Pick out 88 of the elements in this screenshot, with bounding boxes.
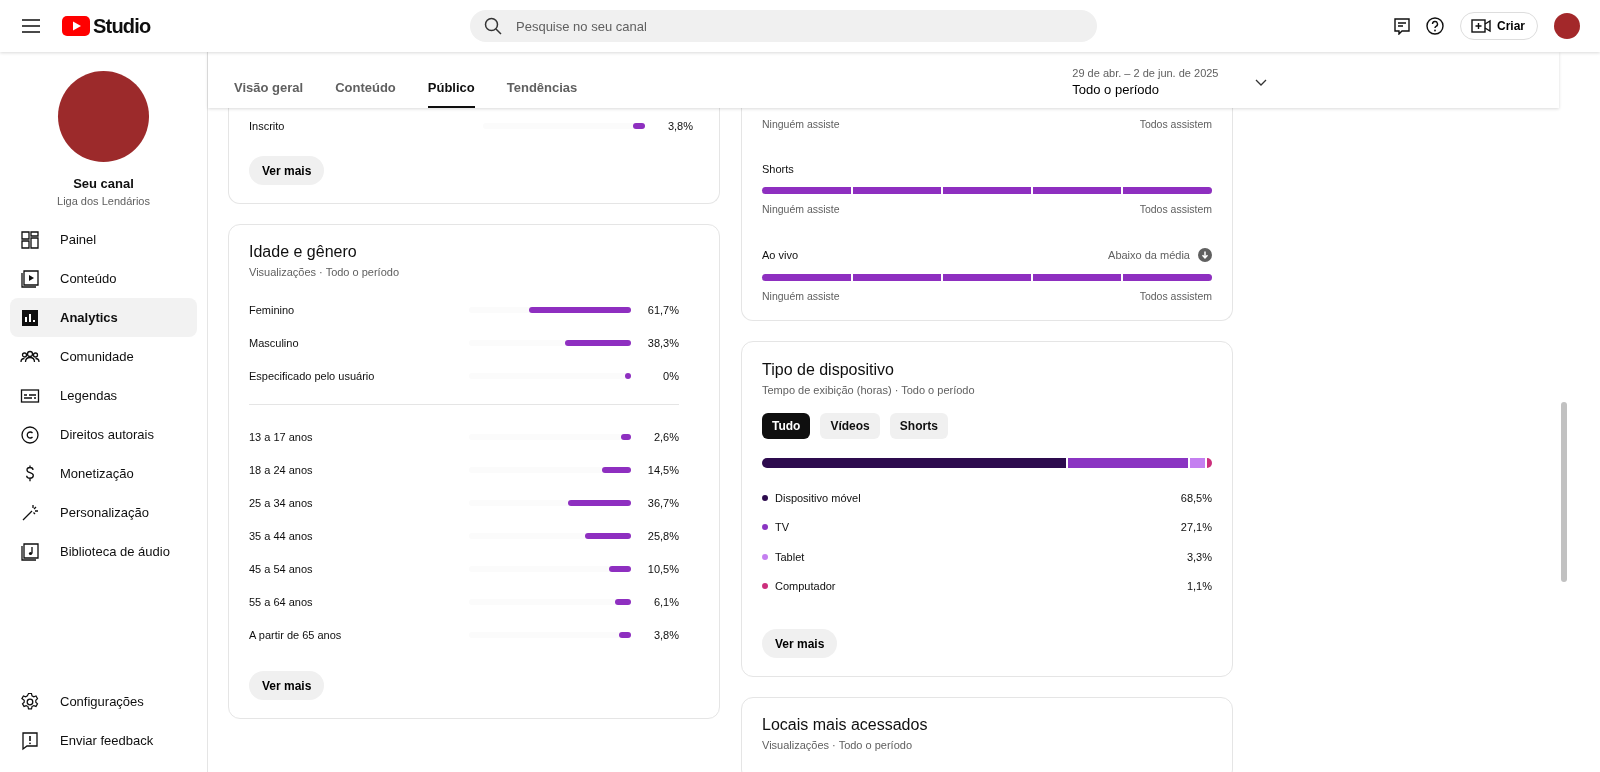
row-label: Masculino	[249, 337, 300, 349]
row-value: 3,8%	[666, 120, 693, 132]
card-title: Idade e gênero	[249, 243, 358, 261]
below-average-label: Abaixo da média	[1108, 249, 1190, 261]
row-label: 13 a 17 anos	[249, 431, 314, 443]
row-value: 3,8%	[652, 629, 679, 641]
tab[interactable]: Conteúdo	[335, 80, 396, 108]
row-label: 55 a 64 anos	[249, 596, 314, 608]
row-value: 14,5%	[646, 464, 679, 476]
row-label: 35 a 44 anos	[249, 530, 314, 542]
magic-wand-icon	[20, 502, 40, 523]
row-value: 61,7%	[646, 304, 679, 316]
channel-handle: Liga dos Lendários	[56, 195, 151, 207]
row-value: 36,7%	[646, 497, 679, 509]
sidebar-item[interactable]: Monetização	[10, 454, 197, 493]
card-subtitle: Tempo de exibição (horas) · Todo o período	[762, 384, 976, 396]
channel-name: Seu canal	[72, 176, 135, 191]
scale-label: Todos assistem	[1139, 118, 1212, 130]
row-value: 10,5%	[646, 563, 679, 575]
row-label: Especificado pelo usuário	[249, 370, 376, 382]
format-name: Shorts	[762, 163, 794, 175]
date-range-picker[interactable]: 29 de abr. – 2 de jun. de 2025 Todo o período	[1072, 67, 1267, 97]
format-name: Ao vivo	[762, 249, 799, 261]
tab[interactable]: Visão geral	[234, 80, 304, 108]
scale-label: Ninguém assiste	[762, 290, 840, 302]
scale-label: Todos assistem	[1139, 203, 1212, 215]
row-label: Inscrito	[249, 120, 286, 132]
feedback-icon	[20, 730, 40, 751]
music-note-icon	[20, 541, 40, 562]
search-field[interactable]: Pesquise no seu canal	[470, 10, 1097, 42]
filter-chip[interactable]: Tudo	[762, 413, 811, 439]
sidebar-item[interactable]: Comunidade	[10, 337, 197, 376]
row-label: 45 a 54 anos	[249, 563, 314, 575]
device-name: Computador	[775, 580, 837, 593]
feedback-icon[interactable]	[1394, 17, 1410, 35]
card-subtitle: Visualizações · Todo o período	[249, 266, 401, 278]
device-share: 1,1%	[1186, 580, 1212, 593]
sidebar-item[interactable]: Conteúdo	[10, 259, 197, 298]
see-more-button[interactable]: Ver mais	[762, 629, 838, 658]
sidebar-item[interactable]: Painel	[10, 220, 197, 259]
video-icon	[20, 268, 40, 289]
row-label: A partir de 65 anos	[249, 629, 343, 641]
help-icon[interactable]	[1426, 17, 1444, 35]
row-value: 38,3%	[646, 337, 679, 349]
see-more-button[interactable]: Ver mais	[249, 156, 325, 185]
tab[interactable]: Público	[427, 80, 475, 108]
scale-label: Ninguém assiste	[762, 203, 840, 215]
down-arrow-icon	[1198, 248, 1212, 262]
card-title: Locais mais acessados	[762, 716, 929, 734]
row-label: 18 a 24 anos	[249, 464, 314, 476]
copyright-icon	[20, 424, 40, 445]
scale-label: Ninguém assiste	[762, 118, 840, 130]
card-title: Tipo de dispositivo	[762, 361, 895, 379]
sidebar-item[interactable]: Configurações	[10, 682, 197, 721]
row-value: 25,8%	[646, 530, 679, 542]
device-share: 27,1%	[1180, 521, 1212, 534]
sidebar-item[interactable]: Analytics	[10, 298, 197, 337]
device-name: Tablet	[775, 550, 806, 563]
device-share: 68,5%	[1180, 491, 1212, 504]
device-name: Dispositivo móvel	[775, 491, 862, 504]
sidebar-item[interactable]: Direitos autorais	[10, 415, 197, 454]
row-value: 0%	[662, 370, 679, 382]
avatar[interactable]	[1554, 13, 1580, 39]
settings-icon	[20, 691, 40, 712]
tab[interactable]: Tendências	[506, 80, 578, 108]
card-subtitle: Visualizações · Todo o período	[762, 739, 914, 751]
sidebar-item[interactable]: Legendas	[10, 376, 197, 415]
filter-chip[interactable]: Shorts	[889, 413, 948, 439]
bar-chart-icon	[20, 307, 40, 328]
create-button[interactable]: Criar	[1460, 12, 1538, 40]
row-label: Feminino	[249, 304, 296, 316]
scale-label: Todos assistem	[1139, 290, 1212, 302]
video-plus-icon	[1471, 19, 1491, 33]
device-name: TV	[775, 521, 791, 534]
chevron-down-icon	[1254, 78, 1267, 86]
see-more-button[interactable]: Ver mais	[249, 671, 325, 700]
row-value: 6,1%	[652, 596, 679, 608]
filter-chip[interactable]: Vídeos	[820, 413, 880, 439]
dashboard-icon	[20, 229, 40, 250]
sidebar-item[interactable]: Enviar feedback	[10, 721, 197, 760]
sidebar-item[interactable]: Personalização	[10, 493, 197, 532]
row-label: 25 a 34 anos	[249, 497, 314, 509]
studio-logo[interactable]: Studio	[62, 14, 151, 38]
device-share: 3,3%	[1186, 550, 1212, 563]
row-value: 2,6%	[652, 431, 679, 443]
menu-icon[interactable]	[22, 19, 40, 33]
sidebar-item[interactable]: Biblioteca de áudio	[10, 532, 197, 571]
search-icon	[484, 17, 502, 35]
